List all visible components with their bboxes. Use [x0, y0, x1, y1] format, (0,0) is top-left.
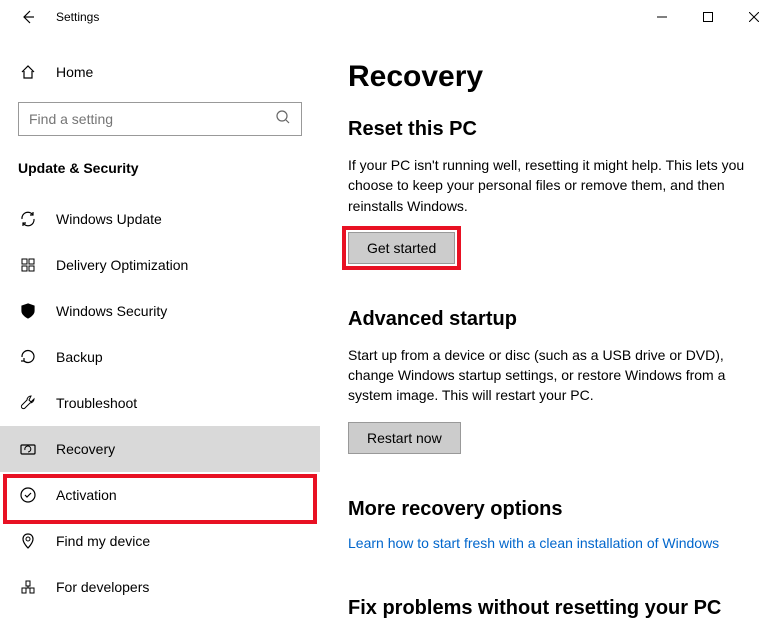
search-icon	[275, 109, 291, 130]
sidebar-item-activation[interactable]: Activation	[0, 472, 320, 518]
sidebar-item-windows-update[interactable]: Windows Update	[0, 196, 320, 242]
sidebar-item-label: Activation	[56, 487, 117, 503]
sidebar-item-for-developers[interactable]: For developers	[0, 564, 320, 610]
sidebar-item-windows-security[interactable]: Windows Security	[0, 288, 320, 334]
recovery-icon	[18, 440, 38, 458]
reset-section: Reset this PC If your PC isn't running w…	[348, 118, 749, 264]
fix-heading: Fix problems without resetting your PC	[348, 597, 749, 620]
page-title: Recovery	[348, 60, 749, 94]
sync-icon	[18, 210, 38, 228]
sidebar-item-label: Backup	[56, 349, 103, 365]
more-section: More recovery options Learn how to start…	[348, 498, 749, 553]
search-box[interactable]	[18, 102, 302, 136]
more-heading: More recovery options	[348, 498, 749, 521]
home-button[interactable]: Home	[0, 56, 320, 88]
clean-install-link[interactable]: Learn how to start fresh with a clean in…	[348, 535, 719, 551]
window-title: Settings	[56, 10, 99, 24]
search-input[interactable]	[29, 111, 275, 127]
titlebar: Settings	[0, 0, 777, 34]
restart-now-button[interactable]: Restart now	[348, 422, 461, 454]
developer-icon	[18, 578, 38, 596]
location-icon	[18, 532, 38, 550]
sidebar-item-label: Recovery	[56, 441, 115, 457]
sidebar: Home Update & Security Windows Update De…	[0, 34, 320, 634]
advanced-heading: Advanced startup	[348, 308, 749, 331]
reset-description: If your PC isn't running well, resetting…	[348, 155, 749, 216]
sidebar-item-label: For developers	[56, 579, 149, 595]
sidebar-item-recovery[interactable]: Recovery	[0, 426, 320, 472]
sidebar-item-backup[interactable]: Backup	[0, 334, 320, 380]
sidebar-item-troubleshoot[interactable]: Troubleshoot	[0, 380, 320, 426]
sidebar-item-label: Delivery Optimization	[56, 257, 188, 273]
fix-section: Fix problems without resetting your PC	[348, 597, 749, 620]
window-controls	[639, 1, 777, 33]
wrench-icon	[18, 394, 38, 412]
sidebar-item-label: Find my device	[56, 533, 150, 549]
check-circle-icon	[18, 486, 38, 504]
sidebar-item-label: Windows Update	[56, 211, 162, 227]
advanced-description: Start up from a device or disc (such as …	[348, 345, 749, 406]
backup-icon	[18, 348, 38, 366]
reset-heading: Reset this PC	[348, 118, 749, 141]
highlight-box-get-started: Get started	[348, 232, 455, 264]
get-started-button[interactable]: Get started	[348, 232, 455, 264]
back-button[interactable]	[12, 1, 44, 33]
home-icon	[18, 64, 38, 80]
sidebar-item-label: Troubleshoot	[56, 395, 137, 411]
advanced-section: Advanced startup Start up from a device …	[348, 308, 749, 454]
main-content: Recovery Reset this PC If your PC isn't …	[320, 34, 777, 634]
close-button[interactable]	[731, 1, 777, 33]
shield-icon	[18, 302, 38, 320]
delivery-icon	[18, 256, 38, 274]
sidebar-item-label: Windows Security	[56, 303, 167, 319]
maximize-button[interactable]	[685, 1, 731, 33]
sidebar-item-delivery-optimization[interactable]: Delivery Optimization	[0, 242, 320, 288]
home-label: Home	[56, 64, 93, 80]
category-label: Update & Security	[0, 136, 320, 190]
sidebar-item-find-my-device[interactable]: Find my device	[0, 518, 320, 564]
minimize-button[interactable]	[639, 1, 685, 33]
